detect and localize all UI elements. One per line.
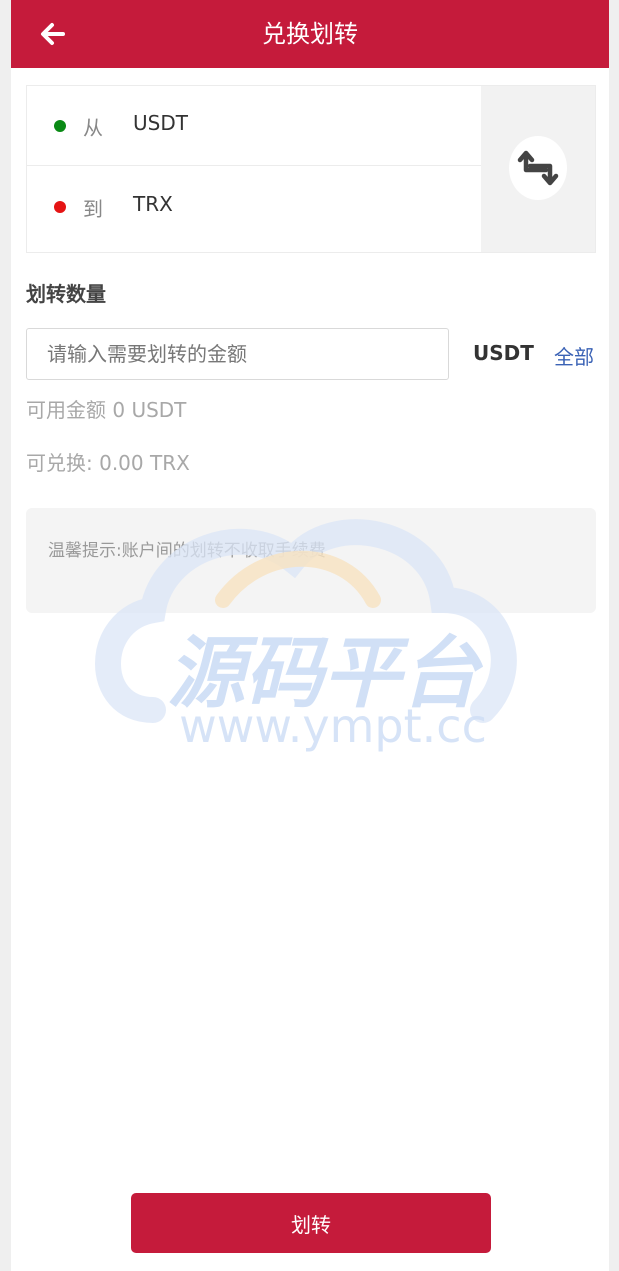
to-coin: TRX: [133, 192, 173, 216]
amount-section-title: 划转数量: [26, 282, 106, 306]
all-button[interactable]: 全部: [554, 341, 594, 370]
watermark-url: www.ympt.cc: [179, 699, 487, 753]
tip-text: 温馨提示:账户间的划转不收取手续费: [48, 541, 326, 561]
to-label: 到: [83, 197, 103, 221]
top-bar: 兑换划转: [11, 0, 609, 68]
page-title: 兑换划转: [262, 20, 358, 48]
transfer-button[interactable]: 划转: [131, 1193, 491, 1253]
watermark-text: 源码平台: [167, 629, 484, 719]
tip-box: 温馨提示:账户间的划转不收取手续费: [26, 508, 596, 613]
from-coin: USDT: [133, 111, 188, 135]
from-row[interactable]: 从 USDT: [27, 86, 482, 166]
back-button[interactable]: [31, 14, 75, 54]
swap-panel: [481, 86, 595, 252]
swap-button[interactable]: [509, 136, 567, 200]
from-dot: [54, 120, 66, 132]
amount-input[interactable]: [26, 328, 449, 380]
app-page: 兑换划转 从 USDT 到 TRX 划转数量 请输入需要划转的金额 USDT 全…: [11, 0, 609, 1271]
exchangeable-amount: 可兑换: 0.00 TRX: [26, 451, 190, 475]
to-row[interactable]: 到 TRX: [27, 167, 482, 247]
available-balance: 可用金额 0 USDT: [26, 398, 187, 422]
arrow-left-icon: [31, 23, 69, 54]
to-dot: [54, 201, 66, 213]
from-label: 从: [83, 116, 103, 140]
swap-card: 从 USDT 到 TRX: [26, 85, 596, 253]
amount-unit: USDT: [473, 341, 534, 365]
